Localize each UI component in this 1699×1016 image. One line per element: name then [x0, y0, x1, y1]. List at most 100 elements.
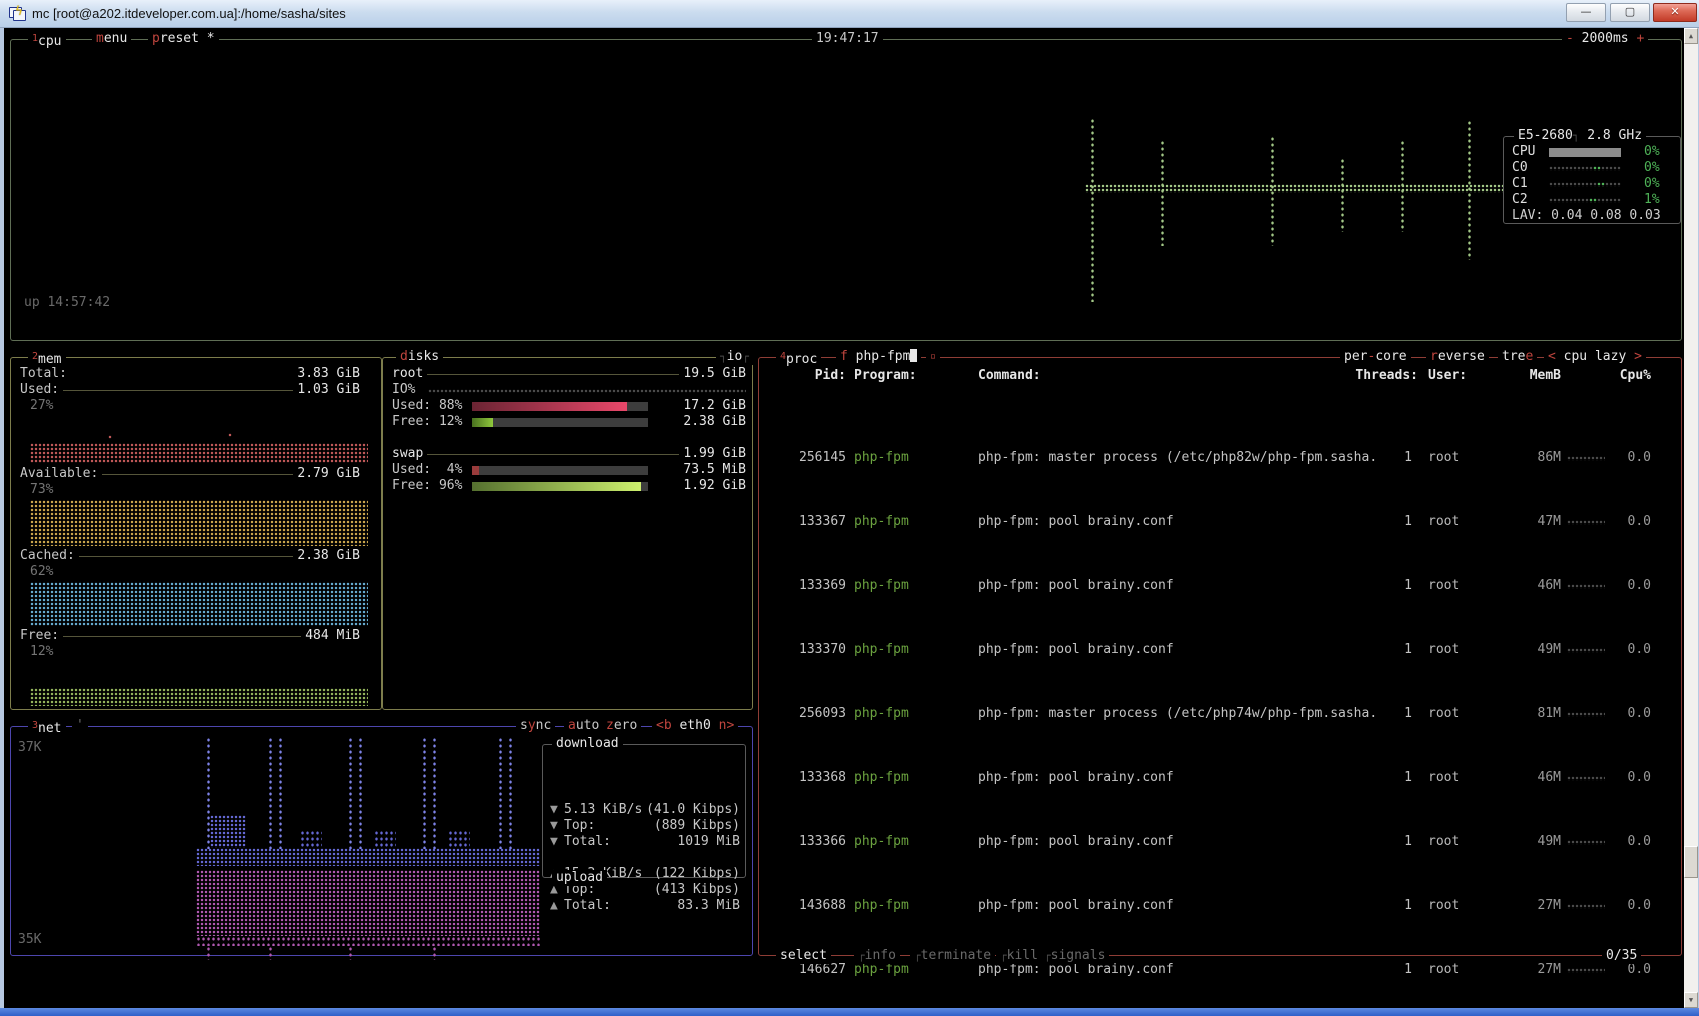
cpu-total-value: 0% [1644, 144, 1660, 160]
disk-root-row: root19.5 GiB [392, 366, 746, 382]
mem-cached-graph [30, 582, 368, 626]
col-cpu[interactable]: Cpu% [1615, 368, 1651, 384]
application-window: ϟ mc [root@a202.itdeveloper.com.ua]:/hom… [0, 0, 1699, 1016]
mem-free-pct: 12% [30, 644, 53, 660]
sort-selector[interactable]: < cpu lazy > [1544, 349, 1646, 365]
mem-cached-row: Cached:2.38 GiB [20, 548, 360, 564]
signals-button[interactable]: ┌signals [1040, 948, 1109, 964]
process-row[interactable]: 133366 php-fpm php-fpm: pool brainy.conf… [758, 834, 1682, 850]
core-label: C2 [1512, 192, 1528, 208]
process-row[interactable]: 256093 php-fpm php-fpm: master process (… [758, 706, 1682, 722]
disk-swap-free-label: Free: 96% [392, 478, 462, 494]
net-interface-switch[interactable]: <b eth0 n> [652, 718, 738, 734]
core-value: 0% [1644, 176, 1660, 192]
net-scale-top: 37K [18, 740, 41, 756]
text-cursor [910, 349, 917, 362]
net-auto-toggle[interactable]: auto [564, 718, 603, 734]
disk-swap-row: swap1.99 GiB [392, 446, 746, 462]
process-row[interactable]: 133369 php-fpm php-fpm: pool brainy.conf… [758, 578, 1682, 594]
preset-button[interactable]: preset * [148, 31, 219, 47]
window-title: mc [root@a202.itdeveloper.com.ua]:/home/… [32, 6, 346, 21]
mem-meter [1567, 712, 1605, 717]
iface-next-button[interactable]: n> [719, 718, 735, 733]
terminate-button[interactable]: ┌terminate [910, 948, 995, 964]
maximize-button[interactable]: ▢ [1610, 3, 1650, 22]
proc-table: 256145 php-fpm php-fpm: master process (… [758, 386, 1682, 1008]
sort-prev-button[interactable]: < [1548, 349, 1556, 364]
net-upload-stats: ▲15.2 KiB/s(122 Kibps)▲Top:(413 Kibps)▲T… [550, 818, 740, 914]
mem-meter [1567, 840, 1605, 845]
mem-cached-pct: 62% [30, 564, 53, 580]
process-row[interactable]: 133370 php-fpm php-fpm: pool brainy.conf… [758, 642, 1682, 658]
minimize-button[interactable]: — [1566, 3, 1606, 22]
net-zero-toggle[interactable]: zero [602, 718, 641, 734]
disks-box-title: disks [396, 349, 443, 365]
process-row[interactable]: 256145 php-fpm php-fpm: master process (… [758, 450, 1682, 466]
scrollbar[interactable]: ▲ ▼ [1684, 28, 1698, 1008]
cpu-box-title[interactable]: 1cpu [28, 31, 66, 50]
scroll-down-button[interactable]: ▼ [1684, 992, 1698, 1008]
titlebar[interactable]: ϟ mc [root@a202.itdeveloper.com.ua]:/hom… [0, 0, 1699, 28]
proc-table-header: Pid: Program: Command: Threads: User: Me… [758, 368, 1682, 384]
menu-button[interactable]: menu [92, 31, 131, 47]
col-pid[interactable]: Pid: [774, 368, 846, 384]
mem-used-graph [108, 435, 112, 439]
process-row[interactable]: 133367 php-fpm php-fpm: pool brainy.conf… [758, 514, 1682, 530]
down-arrow-icon: ▼ [550, 802, 564, 818]
disks-io-toggle[interactable]: ┐io┌ [716, 349, 753, 365]
disk-swap-free-value: 1.92 GiB [676, 478, 746, 494]
scrollbar-thumb[interactable] [1684, 846, 1698, 878]
scroll-up-button[interactable]: ▲ [1684, 28, 1698, 44]
mem-meter [1567, 968, 1605, 973]
upload-title: upload [552, 870, 607, 886]
info-button[interactable]: ┌info [854, 948, 900, 964]
select-button[interactable]: select [776, 948, 831, 964]
up-arrow-icon: ▲ [550, 898, 564, 914]
iface-prev-button[interactable]: <b [656, 718, 672, 733]
percore-toggle[interactable]: per-core [1340, 349, 1411, 365]
tree-toggle[interactable]: tree [1498, 349, 1537, 365]
mem-meter [1567, 648, 1605, 653]
window-bottom-border [0, 1008, 1699, 1016]
mem-used-row: Used:1.03 GiB [20, 382, 360, 398]
disk-root-used-bar [472, 402, 648, 411]
mem-meter [1567, 584, 1605, 589]
col-program[interactable]: Program: [854, 368, 917, 384]
core-label: C1 [1512, 176, 1528, 192]
core-value: 0% [1644, 160, 1660, 176]
proc-box-title: 4proc [776, 349, 821, 368]
filter-clear-mark[interactable]: ▫ [926, 349, 940, 365]
kill-button[interactable]: ┌kill [996, 948, 1042, 964]
disk-swap-free-bar [472, 482, 648, 491]
col-memb[interactable]: MemB [1521, 368, 1561, 384]
col-threads[interactable]: Threads: [1353, 368, 1418, 384]
process-row[interactable]: 143688 php-fpm php-fpm: pool brainy.conf… [758, 898, 1682, 914]
col-command[interactable]: Command: [978, 368, 1041, 384]
close-button[interactable]: ✕ [1653, 3, 1697, 22]
disk-root-io-label: IO% [392, 382, 415, 398]
disk-root-io-meter [428, 389, 746, 393]
sort-next-button[interactable]: > [1634, 349, 1642, 364]
proc-filter-input[interactable]: f php-fpm [836, 349, 921, 365]
interval-minus-button[interactable]: - [1566, 31, 1574, 46]
net-box-title: 3net [28, 718, 66, 737]
mem-meter [1567, 520, 1605, 525]
mem-used-pct: 27% [30, 398, 53, 414]
refresh-interval: - 2000ms + [1562, 31, 1648, 47]
col-user[interactable]: User: [1428, 368, 1467, 384]
net-stat-row: ▼5.13 KiB/s(41.0 Kibps) [550, 802, 740, 818]
net-sync-toggle[interactable]: sync [516, 718, 555, 734]
disk-swap-used-value: 73.5 MiB [676, 462, 746, 478]
disk-swap-used-bar [472, 466, 648, 475]
disk-swap-used-label: Used: 4% [392, 462, 462, 478]
uptime: up 14:57:42 [24, 295, 110, 311]
terminal-screen: 1cpu menu preset * 19:47:17 - 2000ms + E… [4, 28, 1684, 1008]
net-scale-bottom: 35K [18, 932, 41, 948]
net-tick: ' [72, 718, 88, 734]
cpu-total-label: CPU [1512, 144, 1535, 160]
process-row[interactable]: 133368 php-fpm php-fpm: pool brainy.conf… [758, 770, 1682, 786]
interval-plus-button[interactable]: + [1636, 31, 1644, 46]
process-row[interactable]: 146627 php-fpm php-fpm: pool brainy.conf… [758, 962, 1682, 978]
mem-free-graph [30, 688, 368, 706]
reverse-toggle[interactable]: reverse [1426, 349, 1489, 365]
